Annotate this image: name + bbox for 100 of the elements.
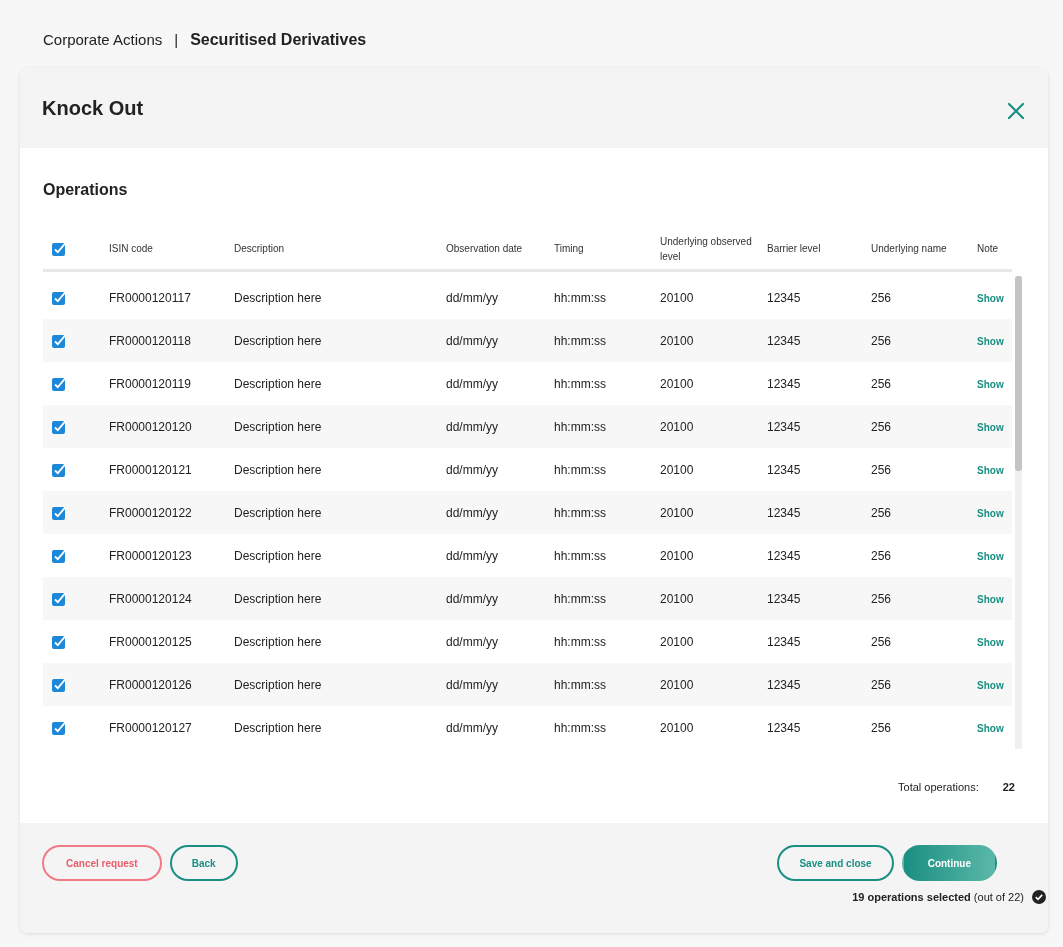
- table-cell-text: FR0000120122: [108, 504, 193, 522]
- table-cell-text: dd/mm/yy: [445, 590, 499, 608]
- table-cell-text: dd/mm/yy: [445, 676, 499, 694]
- checkbox[interactable]: [52, 376, 66, 391]
- table-cell-text: dd/mm/yy: [445, 547, 499, 565]
- table-cell-text: 12345: [766, 590, 802, 608]
- table-cell-text: 256: [870, 676, 893, 694]
- table-cell-text: 20100: [659, 375, 695, 393]
- table-cell-text: dd/mm/yy: [445, 332, 499, 350]
- table-cell-text: FR0000120126: [108, 676, 193, 694]
- table-cell-text: Description here: [233, 633, 323, 651]
- column-header: Timing: [553, 242, 585, 256]
- close-icon: [1006, 100, 1026, 121]
- table-cell-text: hh:mm:ss: [553, 719, 607, 737]
- scrollbar[interactable]: [1015, 276, 1022, 749]
- show-link[interactable]: Show: [977, 464, 1004, 476]
- table-cell-text: 256: [870, 633, 893, 651]
- table-cell-text: hh:mm:ss: [553, 332, 607, 350]
- table-cell-text: 20100: [659, 676, 695, 694]
- table-cell-text: Description here: [233, 289, 323, 307]
- table-cell-text: hh:mm:ss: [553, 633, 607, 651]
- show-link[interactable]: Show: [977, 507, 1004, 519]
- action-button[interactable]: Cancel request: [42, 845, 162, 881]
- table-cell-text: dd/mm/yy: [445, 418, 499, 436]
- selection-summary: 19 operations selected (out of 22): [852, 890, 1024, 905]
- checkbox[interactable]: [52, 548, 66, 563]
- checkbox[interactable]: [52, 591, 66, 606]
- table-cell-text: dd/mm/yy: [445, 461, 499, 479]
- table-cell-text: FR0000120124: [108, 590, 193, 608]
- column-header: Observation date: [445, 242, 524, 256]
- table-cell-text: hh:mm:ss: [553, 375, 607, 393]
- table-cell-text: hh:mm:ss: [553, 676, 607, 694]
- table-cell-text: 20100: [659, 633, 695, 651]
- total-value: 22: [1002, 780, 1015, 795]
- show-link[interactable]: Show: [977, 593, 1004, 605]
- table-cell-text: 12345: [766, 375, 802, 393]
- table-cell-text: FR0000120127: [108, 719, 193, 737]
- breadcrumb-separator: |: [174, 30, 179, 50]
- action-button[interactable]: Back: [169, 845, 238, 881]
- table-cell-text: FR0000120123: [108, 547, 193, 565]
- table-cell-text: FR0000120125: [108, 633, 193, 651]
- show-link[interactable]: Show: [977, 722, 1004, 734]
- table-cell-text: Description here: [233, 590, 323, 608]
- table-cell-text: dd/mm/yy: [445, 375, 499, 393]
- table-cell-text: 20100: [659, 590, 695, 608]
- table-cell-text: 12345: [766, 719, 802, 737]
- checkbox[interactable]: [52, 505, 66, 520]
- column-header: Barrier level: [766, 242, 822, 256]
- checkbox[interactable]: [52, 634, 66, 649]
- table-cell-text: 20100: [659, 504, 695, 522]
- table-cell-text: 256: [870, 719, 893, 737]
- table-cell-text: hh:mm:ss: [553, 547, 607, 565]
- table-cell-text: 256: [870, 418, 893, 436]
- show-link[interactable]: Show: [977, 679, 1004, 691]
- table-cell-text: 256: [870, 289, 893, 307]
- table-cell-text: 12345: [766, 676, 802, 694]
- table-cell-text: 20100: [659, 547, 695, 565]
- table-cell-text: 12345: [766, 547, 802, 565]
- table-cell-text: 12345: [766, 332, 802, 350]
- table-cell-text: Description here: [233, 461, 323, 479]
- table-cell-text: Description here: [233, 332, 323, 350]
- checkbox[interactable]: [52, 462, 66, 477]
- checkbox[interactable]: [52, 419, 66, 434]
- table-cell-text: Description here: [233, 676, 323, 694]
- table-cell-text: FR0000120121: [108, 461, 193, 479]
- column-header: ISIN code: [108, 242, 154, 256]
- show-link[interactable]: Show: [977, 378, 1004, 390]
- table-cell-text: 12345: [766, 633, 802, 651]
- column-header: Description: [233, 242, 286, 256]
- show-link[interactable]: Show: [977, 292, 1004, 304]
- table-cell-text: FR0000120118: [108, 332, 192, 350]
- table-cell-text: 256: [870, 504, 893, 522]
- table-cell-text: dd/mm/yy: [445, 289, 499, 307]
- table-cell-text: FR0000120120: [108, 418, 193, 436]
- table-cell-text: 256: [870, 332, 893, 350]
- table-cell-text: hh:mm:ss: [553, 590, 607, 608]
- show-link[interactable]: Show: [977, 636, 1004, 648]
- action-button[interactable]: Save and close: [777, 845, 894, 881]
- table-cell-text: hh:mm:ss: [553, 418, 607, 436]
- section-title: Operations: [43, 180, 129, 200]
- checkbox[interactable]: [52, 720, 66, 735]
- table-cell-text: 12345: [766, 504, 802, 522]
- checkbox[interactable]: [52, 677, 66, 692]
- checkbox[interactable]: [52, 241, 66, 256]
- table-cell-text: Description here: [233, 375, 323, 393]
- action-button[interactable]: Continue: [901, 845, 997, 881]
- column-header: Underlying observed level: [659, 234, 753, 264]
- table-cell-text: Description here: [233, 504, 323, 522]
- checkbox[interactable]: [52, 333, 66, 348]
- show-link[interactable]: Show: [977, 421, 1004, 433]
- table-cell-text: 256: [870, 547, 893, 565]
- table-cell-text: 20100: [659, 289, 695, 307]
- table-cell-text: FR0000120117: [108, 289, 192, 307]
- show-link[interactable]: Show: [977, 335, 1004, 347]
- table-cell-text: Description here: [233, 719, 323, 737]
- breadcrumb-item[interactable]: Corporate Actions: [43, 29, 163, 52]
- table-cell-text: 20100: [659, 719, 695, 737]
- table-cell-text: 20100: [659, 461, 695, 479]
- checkbox[interactable]: [52, 290, 66, 305]
- show-link[interactable]: Show: [977, 550, 1004, 562]
